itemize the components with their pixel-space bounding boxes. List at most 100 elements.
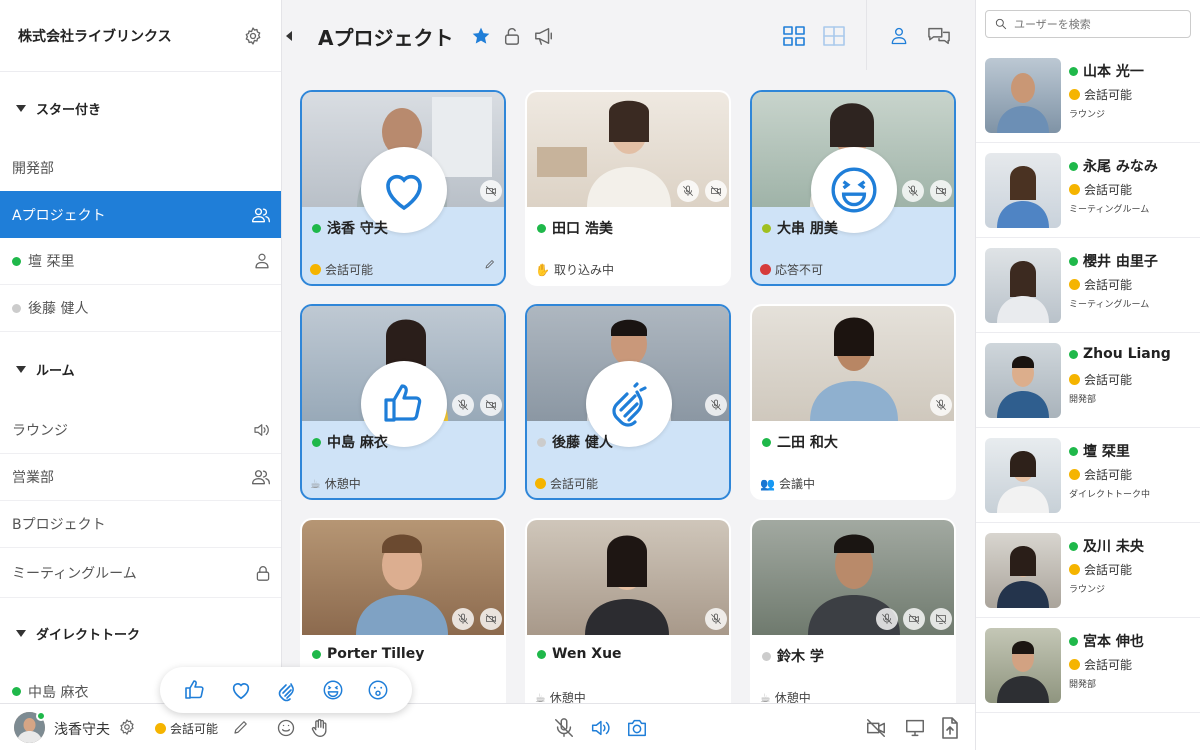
participant-name: 大串 朋美 (777, 221, 838, 237)
participant-name: 浅香 守夫 (327, 221, 388, 237)
participant-name-row: 二田 和大 (762, 432, 838, 452)
status-text: 会話可能 (170, 722, 219, 736)
participant-tile[interactable]: Wen Xue ☕ 休憩中 (525, 518, 731, 703)
main-header: Aプロジェクト (283, 0, 975, 72)
star-icon[interactable] (471, 26, 491, 46)
online-dot (1069, 446, 1078, 456)
smile-emoji-icon (1069, 279, 1080, 290)
heart-icon[interactable] (230, 679, 252, 701)
meeting-emoji-icon: 👥 (760, 476, 775, 491)
participant-status: ☕ 休憩中 (760, 689, 811, 704)
raise-hand-icon[interactable] (310, 717, 330, 739)
thumbs-up-icon[interactable] (183, 678, 207, 702)
section-label: ダイレクトトーク (36, 627, 141, 643)
user-list-item[interactable]: Zhou Liang 会話可能 開発部 (976, 333, 1200, 428)
user-name: 櫻井 由里子 (1083, 254, 1158, 270)
user-list-item[interactable]: 山本 光一 会話可能 ラウンジ (976, 48, 1200, 143)
users-icon (251, 206, 271, 224)
participant-tile[interactable]: 後藤 健人 会話可能 (525, 304, 731, 500)
grid-view-icon[interactable] (782, 25, 806, 47)
screen-share-off-icon (930, 608, 952, 630)
participant-name: 鈴木 学 (777, 649, 824, 665)
screen-share-icon[interactable] (903, 717, 927, 739)
section-direct[interactable]: ダイレクトトーク (0, 598, 281, 668)
section-label: スター付き (36, 102, 102, 118)
settings-icon[interactable] (118, 718, 136, 736)
org-name: 株式会社ライブリンクス (18, 28, 172, 45)
clap-icon[interactable] (275, 678, 299, 702)
avatar (985, 533, 1061, 608)
participant-tile[interactable]: 大串 朋美 応答不可 (750, 90, 956, 286)
user-list-item[interactable]: 宮本 伸也 会話可能 開発部 (976, 618, 1200, 713)
participant-grid: 浅香 守夫 会話可能 田口 浩美 ✋ 取り込み中 大串 朋美 応答不可 中島 麻… (283, 72, 975, 703)
participant-name: 後藤 健人 (552, 435, 613, 451)
sidebar-item-dm-1[interactable]: 壇 栞里 (0, 238, 281, 285)
user-list-panel: 山本 光一 会話可能 ラウンジ 永尾 みなみ 会話可能 ミーティングルーム 櫻井… (975, 0, 1200, 750)
user-list-item[interactable]: 櫻井 由里子 会話可能 ミーティングルーム (976, 238, 1200, 333)
participant-tile[interactable]: 浅香 守夫 会話可能 (300, 90, 506, 286)
search-input[interactable] (1014, 17, 1184, 31)
laugh-icon[interactable] (322, 679, 344, 701)
camera-off-icon (480, 394, 502, 416)
sidebar-item-dev[interactable]: 開発部 (0, 144, 281, 191)
my-status[interactable]: 会話可能 (155, 720, 218, 737)
avatar (985, 153, 1061, 228)
participant-name: Porter Tilley (327, 646, 425, 662)
user-list-item[interactable]: 永尾 みなみ 会話可能 ミーティングルーム (976, 143, 1200, 238)
coffee-emoji-icon: ☕ (535, 690, 546, 704)
user-list-item[interactable]: 及川 未央 会話可能 ラウンジ (976, 523, 1200, 618)
status-text: 取り込み中 (553, 263, 614, 277)
online-dot (1069, 161, 1078, 171)
gear-icon[interactable] (243, 26, 263, 46)
user-name-row: 壇 栞里 (1069, 441, 1130, 461)
mic-off-icon[interactable] (553, 717, 575, 739)
online-dot (1069, 636, 1078, 646)
chat-icon[interactable] (926, 25, 952, 47)
participant-tile[interactable]: 鈴木 学 ☕ 休憩中 (750, 518, 956, 703)
camera-icon[interactable] (626, 717, 648, 739)
online-dot (1069, 349, 1078, 359)
participant-tile[interactable]: 中島 麻衣 ☕ 休憩中 (300, 304, 506, 500)
participant-name: 二田 和大 (777, 435, 838, 451)
surprised-icon[interactable] (367, 679, 389, 701)
participant-name-row: Porter Tilley (312, 646, 424, 662)
sidebar-item-b-project[interactable]: Bプロジェクト (0, 501, 281, 548)
sidebar-item-lounge[interactable]: ラウンジ (0, 407, 281, 454)
user-name-row: 櫻井 由里子 (1069, 251, 1158, 271)
video-off-icon[interactable] (864, 717, 888, 739)
participant-tile[interactable]: 二田 和大 👥 会議中 (750, 304, 956, 500)
section-starred[interactable]: スター付き (0, 72, 281, 144)
sidebar-item-meeting-room[interactable]: ミーティングルーム (0, 548, 281, 598)
search-box[interactable] (985, 10, 1191, 38)
emoji-icon[interactable] (276, 718, 296, 738)
camera-off-icon (480, 180, 502, 202)
online-dot (312, 437, 321, 447)
mic-off-icon (677, 180, 699, 202)
participant-status: 👥 会議中 (760, 475, 815, 492)
sidebar-item-dm-2[interactable]: 後藤 健人 (0, 285, 281, 332)
megaphone-icon[interactable] (533, 26, 555, 46)
offline-dot (762, 651, 771, 661)
reaction-picker (160, 667, 412, 713)
online-dot (762, 437, 771, 447)
status-text: 休憩中 (549, 691, 586, 703)
user-icon[interactable] (889, 25, 909, 47)
unlock-icon[interactable] (503, 26, 521, 46)
sidebar-item-sales[interactable]: 営業部 (0, 454, 281, 501)
pencil-icon[interactable] (484, 258, 496, 270)
users-icon (251, 468, 271, 486)
sidebar-item-a-project[interactable]: Aプロジェクト (0, 191, 281, 238)
user-name: Zhou Liang (1083, 346, 1171, 362)
user-list-item[interactable]: 壇 栞里 会話可能 ダイレクトトーク中 (976, 428, 1200, 523)
upload-file-icon[interactable] (940, 716, 960, 740)
section-rooms[interactable]: ルーム (0, 332, 281, 407)
participant-status: ☕ 休憩中 (535, 689, 586, 704)
sidebar-item-label: 後藤 健人 (28, 301, 89, 317)
sidebar-item-label: 開発部 (12, 160, 54, 177)
participant-tile[interactable]: 田口 浩美 ✋ 取り込み中 (525, 90, 731, 286)
user-location: 開発部 (1069, 395, 1097, 405)
layout-view-icon[interactable] (822, 25, 846, 47)
status-text: 応答不可 (775, 263, 824, 277)
edit-status-icon[interactable] (232, 718, 250, 736)
speaker-icon[interactable] (589, 717, 611, 739)
